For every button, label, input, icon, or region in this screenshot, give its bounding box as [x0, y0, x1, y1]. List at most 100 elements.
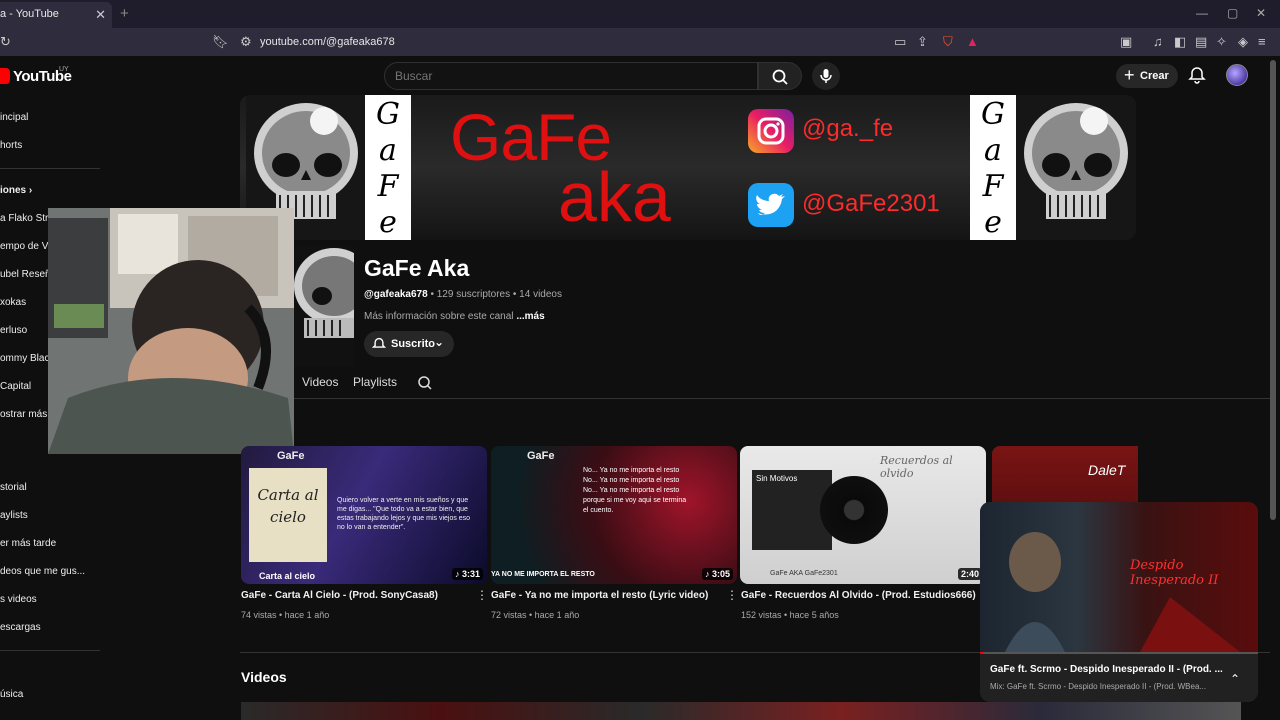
channel-banner: G a F e GaFe aka @ga._fe @GaFe2301 G a F…	[240, 95, 1136, 240]
rewards-icon[interactable]: ▲	[966, 34, 979, 49]
voice-search-button[interactable]	[812, 62, 840, 90]
sidebar-sub-item[interactable]: erluso	[0, 325, 27, 336]
search-button[interactable]	[758, 62, 802, 90]
vpn-icon[interactable]: ◈	[1238, 34, 1248, 50]
sidebar-sub-item[interactable]: Capital	[0, 381, 31, 392]
sidebar-item-watch-later[interactable]: er más tarde	[0, 538, 56, 549]
channel-about-text: Más información sobre este canal	[364, 311, 514, 322]
miniplayer[interactable]: Despido Inesperado II GaFe ft. Scrmo - D…	[980, 502, 1258, 702]
tab-close-icon[interactable]: ✕	[95, 7, 106, 23]
music-icon[interactable]: ♫	[1153, 34, 1163, 49]
sidebar-item-liked[interactable]: deos que me gus...	[0, 566, 85, 577]
thumb-label: Sin Motivos	[756, 474, 798, 483]
thumb-bottom-text: YA NO ME IMPORTA EL RESTO	[491, 571, 595, 578]
sidebar-item-history[interactable]: storial	[0, 482, 27, 493]
miniplayer-title[interactable]: GaFe ft. Scrmo - Despido Inesperado II -…	[990, 664, 1223, 675]
sidebar-item-downloads[interactable]: escargas	[0, 622, 41, 633]
thumb-label: GaFe	[277, 450, 305, 462]
banner-letter: F	[982, 169, 1004, 204]
video-meta: 72 vistas • hace 1 año	[491, 610, 580, 620]
thumb-lyrics: Quiero volver a verte en mis sueños y qu…	[337, 497, 471, 531]
tab-videos[interactable]: Videos	[302, 375, 338, 389]
browser-tab[interactable]: a - YouTube ✕	[0, 2, 112, 28]
minimize-icon[interactable]: —	[1196, 6, 1208, 20]
video-thumbnail[interactable]: GaFe No... Ya no me importa el resto No.…	[491, 446, 737, 584]
banner-title-line2: aka	[558, 158, 671, 236]
site-settings-icon[interactable]: ⚙︎	[240, 34, 252, 50]
shield-icon[interactable]: ⛉	[943, 34, 953, 50]
cast-icon[interactable]: ▭	[894, 34, 906, 50]
video-duration: ♪ 3:05	[701, 568, 733, 580]
sidebar-show-more[interactable]: ostrar más	[0, 409, 47, 420]
channel-more-link[interactable]: ...más	[516, 311, 544, 322]
window-close-icon[interactable]: ✕	[1256, 6, 1266, 20]
sidebar-item-music[interactable]: úsica	[0, 689, 23, 700]
sidebar-sub-item[interactable]: xokas	[0, 297, 26, 308]
menu-icon[interactable]: ≡	[1258, 34, 1266, 49]
progress-track[interactable]	[980, 652, 1258, 654]
duration-text: 3:31	[461, 569, 480, 579]
sidebar-item-home[interactable]: incipal	[0, 112, 28, 123]
sidebar-item-your-videos[interactable]: s videos	[0, 594, 37, 605]
tab-playlists[interactable]: Playlists	[353, 375, 397, 389]
webcam-overlay	[48, 208, 294, 454]
video-title[interactable]: GaFe - Carta Al Cielo - (Prod. SonyCasa8…	[241, 590, 438, 601]
sidebar-divider	[0, 168, 100, 169]
sidebar-sub-item[interactable]: ommy Black	[0, 353, 54, 364]
thumb-lyrics: No... Ya no me importa el resto No... Ya…	[583, 467, 687, 514]
duration-text: 3:05	[711, 569, 730, 579]
more-options-icon[interactable]: ⋮	[726, 588, 738, 602]
sidebar-icon[interactable]: ◧	[1174, 34, 1186, 50]
url-field[interactable]: youtube.com/@gafeaka678	[260, 36, 395, 48]
scrollbar[interactable]	[1270, 60, 1276, 520]
channel-search-icon[interactable]	[417, 375, 433, 391]
thumb-label: GaFe	[527, 450, 555, 462]
video-thumbnail[interactable]: Sin Motivos Recuerdos al olvido GaFe AKA…	[740, 446, 986, 584]
video-row-thumbnails[interactable]	[241, 702, 1241, 720]
miniplayer-video[interactable]: Despido Inesperado II	[980, 502, 1258, 654]
more-options-icon[interactable]: ⋮	[476, 588, 488, 602]
search-icon	[772, 69, 788, 85]
miniplayer-overlay-text: Despido Inesperado II	[1130, 558, 1219, 588]
banner-letter: G	[376, 97, 400, 132]
extension-icon[interactable]: ▣	[1120, 34, 1132, 50]
maximize-icon[interactable]: ▢	[1227, 6, 1238, 20]
subscriptions-label: iones	[0, 185, 27, 196]
twitter-icon	[748, 183, 794, 227]
sidebar-item-shorts[interactable]: horts	[0, 140, 22, 151]
notifications-bell-icon[interactable]	[1188, 66, 1206, 84]
user-avatar[interactable]	[1226, 64, 1248, 86]
bookmark-icon[interactable]: 🔖︎	[212, 34, 229, 50]
address-bar: ↻ 🔖︎ ⚙︎ youtube.com/@gafeaka678 ▭ ⇪ ⛉ ▲ …	[0, 28, 1280, 56]
banner-letters-right: G a F e	[970, 95, 1016, 240]
leo-icon[interactable]: ✧	[1216, 34, 1227, 50]
search-input[interactable]	[395, 69, 735, 83]
tabs-divider	[294, 398, 1270, 399]
plus-icon: +	[1124, 65, 1135, 85]
subscribed-button[interactable]: Suscrito ⌄	[364, 331, 454, 357]
video-thumbnail[interactable]: GaFe Carta al cielo Quiero volver a vert…	[241, 446, 487, 584]
channel-about[interactable]: Más información sobre este canal ...más	[364, 311, 545, 322]
skull-art-right	[1016, 95, 1136, 240]
create-button[interactable]: + Crear	[1116, 64, 1178, 88]
sidebar-item-playlists[interactable]: aylists	[0, 510, 28, 521]
webcam-person-image	[48, 208, 294, 454]
channel-avatar[interactable]	[294, 246, 354, 366]
share-icon[interactable]: ⇪	[917, 34, 928, 50]
sidebar-divider	[0, 650, 100, 651]
expand-icon[interactable]: ⌃	[1230, 672, 1240, 686]
channel-meta: @gafeaka678 • 129 suscriptores • 14 vide…	[364, 289, 562, 300]
new-tab-icon[interactable]: +	[120, 5, 129, 22]
sidebar-subscriptions-header[interactable]: iones ›	[0, 185, 32, 196]
wallet-icon[interactable]: ▤	[1195, 34, 1207, 50]
video-title[interactable]: GaFe - Recuerdos Al Olvido - (Prod. Estu…	[741, 590, 976, 601]
sidebar-sub-item[interactable]: empo de Vi	[0, 241, 50, 252]
youtube-logo-icon[interactable]	[0, 68, 10, 84]
videos-section-title: Videos	[241, 669, 287, 685]
video-title[interactable]: GaFe - Ya no me importa el resto (Lyric …	[491, 590, 708, 601]
channel-name: GaFe Aka	[364, 255, 470, 281]
reload-icon[interactable]: ↻	[0, 34, 11, 50]
banner-letter: F	[377, 169, 399, 204]
twitter-handle: @GaFe2301	[802, 190, 940, 217]
sidebar-sub-item[interactable]: ubel Reseñ	[0, 269, 51, 280]
